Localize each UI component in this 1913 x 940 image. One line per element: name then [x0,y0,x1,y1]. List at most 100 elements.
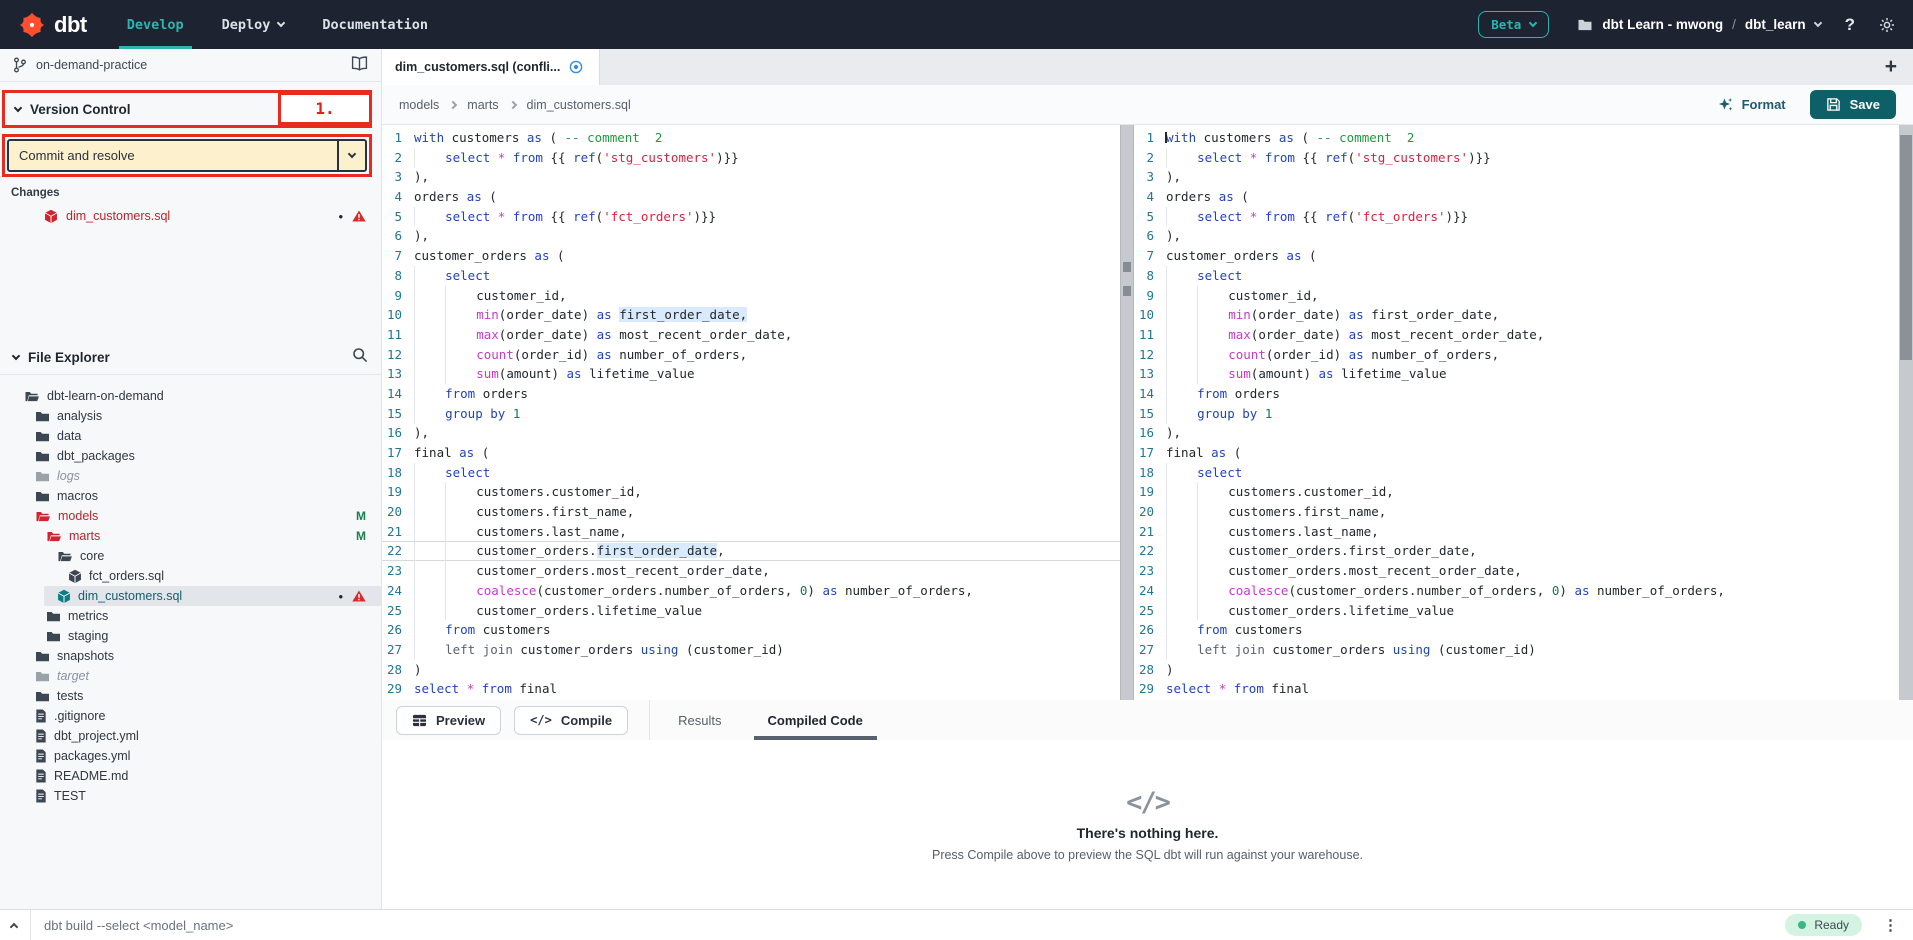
editor-scrollbar[interactable] [1120,125,1134,700]
code-line-6[interactable]: 6), [1134,226,1899,246]
beta-dropdown[interactable]: Beta [1478,11,1549,38]
code-line-8[interactable]: 8 select [1134,266,1899,286]
commit-and-resolve-button[interactable]: Commit and resolve [7,139,367,172]
code-line-18[interactable]: 18 select [1134,463,1899,483]
code-line-22[interactable]: 22 customer_orders.first_order_date, [1134,541,1899,561]
tree-item-logs[interactable]: logs [0,466,381,486]
tree-item-.gitignore[interactable]: .gitignore [0,706,381,726]
tree-item-data[interactable]: data [0,426,381,446]
code-line-25[interactable]: 25 customer_orders.lifetime_value [382,601,1120,621]
nav-tab-deploy[interactable]: Deploy [222,0,285,49]
code-line-21[interactable]: 21 customers.last_name, [382,522,1120,542]
file-search-button[interactable] [352,347,368,368]
code-line-29[interactable]: 29select * from final [1134,679,1899,699]
code-line-27[interactable]: 27 left join customer_orders using (cust… [1134,640,1899,660]
code-line-28[interactable]: 28) [1134,660,1899,680]
code-line-4[interactable]: 4orders as ( [382,187,1120,207]
help-button[interactable]: ? [1845,15,1855,35]
code-line-24[interactable]: 24 coalesce(customer_orders.number_of_or… [1134,581,1899,601]
code-line-11[interactable]: 11 max(order_date) as most_recent_order_… [382,325,1120,345]
code-line-24[interactable]: 24 coalesce(customer_orders.number_of_or… [382,581,1120,601]
code-line-21[interactable]: 21 customers.last_name, [1134,522,1899,542]
breadcrumb-marts[interactable]: marts [467,98,498,112]
code-line-12[interactable]: 12 count(order_id) as number_of_orders, [382,345,1120,365]
breadcrumb-file[interactable]: dim_customers.sql [527,98,631,112]
code-line-5[interactable]: 5 select * from {{ ref('fct_orders')}} [382,207,1120,227]
code-line-15[interactable]: 15 group by 1 [1134,404,1899,424]
code-line-22[interactable]: 22 customer_orders.first_order_date, [382,541,1120,561]
save-button[interactable]: Save [1810,90,1896,119]
settings-button[interactable] [1879,17,1895,33]
code-line-26[interactable]: 26 from customers [1134,620,1899,640]
code-line-19[interactable]: 19 customers.customer_id, [382,482,1120,502]
code-line-1[interactable]: 1with customers as ( -- comment 2 [1134,128,1899,148]
code-line-13[interactable]: 13 sum(amount) as lifetime_value [1134,364,1899,384]
code-editor-right[interactable]: 1with customers as ( -- comment 22 selec… [1134,125,1899,700]
preview-button[interactable]: Preview [396,706,501,735]
docs-button[interactable] [351,56,368,74]
code-line-9[interactable]: 9 customer_id, [1134,286,1899,306]
code-line-26[interactable]: 26 from customers [382,620,1120,640]
code-line-18[interactable]: 18 select [382,463,1120,483]
code-line-9[interactable]: 9 customer_id, [382,286,1120,306]
dbt-logo[interactable]: dbt [18,11,87,39]
code-line-3[interactable]: 3), [382,167,1120,187]
tree-item-dbt_packages[interactable]: dbt_packages [0,446,381,466]
editor-scrollbar-right[interactable] [1899,125,1913,700]
command-bar-menu kebab-icon[interactable]: ⋮ [1883,916,1898,934]
code-line-23[interactable]: 23 customer_orders.most_recent_order_dat… [1134,561,1899,581]
code-line-2[interactable]: 2 select * from {{ ref('stg_customers')}… [382,148,1120,168]
code-line-14[interactable]: 14 from orders [382,384,1120,404]
code-line-16[interactable]: 16), [382,423,1120,443]
code-line-16[interactable]: 16), [1134,423,1899,443]
tree-item-dbt-learn-on-demand[interactable]: dbt-learn-on-demand [0,386,381,406]
code-line-15[interactable]: 15 group by 1 [382,404,1120,424]
tree-item-README.md[interactable]: README.md [0,766,381,786]
editor-tab-dim-customers[interactable]: dim_customers.sql (confli... [382,49,600,85]
code-editor-left[interactable]: 1with customers as ( -- comment 22 selec… [382,125,1120,700]
code-line-4[interactable]: 4orders as ( [1134,187,1899,207]
code-line-29[interactable]: 29select * from final [382,679,1120,699]
code-line-1[interactable]: 1with customers as ( -- comment 2 [382,128,1120,148]
code-line-25[interactable]: 25 customer_orders.lifetime_value [1134,601,1899,621]
tab-compiled-code[interactable]: Compiled Code [768,700,863,740]
breadcrumb-models[interactable]: models [399,98,439,112]
code-line-10[interactable]: 10 min(order_date) as first_order_date, [382,305,1120,325]
tree-item-fct_orders.sql[interactable]: fct_orders.sql [0,566,381,586]
new-tab-button[interactable]: + [1885,55,1897,79]
tree-item-packages.yml[interactable]: packages.yml [0,746,381,766]
code-line-7[interactable]: 7customer_orders as ( [1134,246,1899,266]
tree-item-marts[interactable]: martsM [0,526,381,546]
code-line-6[interactable]: 6), [382,226,1120,246]
code-line-7[interactable]: 7customer_orders as ( [382,246,1120,266]
account-switcher[interactable]: dbt Learn - mwong / dbt_learn [1577,17,1820,32]
tree-item-core[interactable]: core [0,546,381,566]
tree-item-dbt_project.yml[interactable]: dbt_project.yml [0,726,381,746]
code-line-13[interactable]: 13 sum(amount) as lifetime_value [382,364,1120,384]
scrollbar-thumb[interactable] [1900,135,1912,360]
code-line-2[interactable]: 2 select * from {{ ref('stg_customers')}… [1134,148,1899,168]
code-line-14[interactable]: 14 from orders [1134,384,1899,404]
code-line-17[interactable]: 17final as ( [1134,443,1899,463]
code-line-20[interactable]: 20 customers.first_name, [1134,502,1899,522]
tree-item-metrics[interactable]: metrics [0,606,381,626]
tree-item-TEST[interactable]: TEST [0,786,381,806]
compile-button[interactable]: </> Compile [514,706,628,735]
tree-item-models[interactable]: modelsM [0,506,381,526]
file-explorer-header[interactable]: File Explorer [0,340,381,375]
nav-tab-develop[interactable]: Develop [127,0,184,49]
code-line-8[interactable]: 8 select [382,266,1120,286]
nav-tab-documentation[interactable]: Documentation [322,0,428,49]
format-button[interactable]: Format [1718,97,1786,113]
code-line-23[interactable]: 23 customer_orders.most_recent_order_dat… [382,561,1120,581]
tab-results[interactable]: Results [678,700,721,740]
commit-options-dropdown[interactable] [337,141,365,170]
code-line-5[interactable]: 5 select * from {{ ref('fct_orders')}} [1134,207,1899,227]
tree-item-snapshots[interactable]: snapshots [0,646,381,666]
command-input[interactable]: dbt build --select <model_name> [44,918,233,933]
branch-row[interactable]: on-demand-practice [0,49,381,82]
tree-item-staging[interactable]: staging [0,626,381,646]
code-line-17[interactable]: 17final as ( [382,443,1120,463]
code-line-27[interactable]: 27 left join customer_orders using (cust… [382,640,1120,660]
code-line-12[interactable]: 12 count(order_id) as number_of_orders, [1134,345,1899,365]
